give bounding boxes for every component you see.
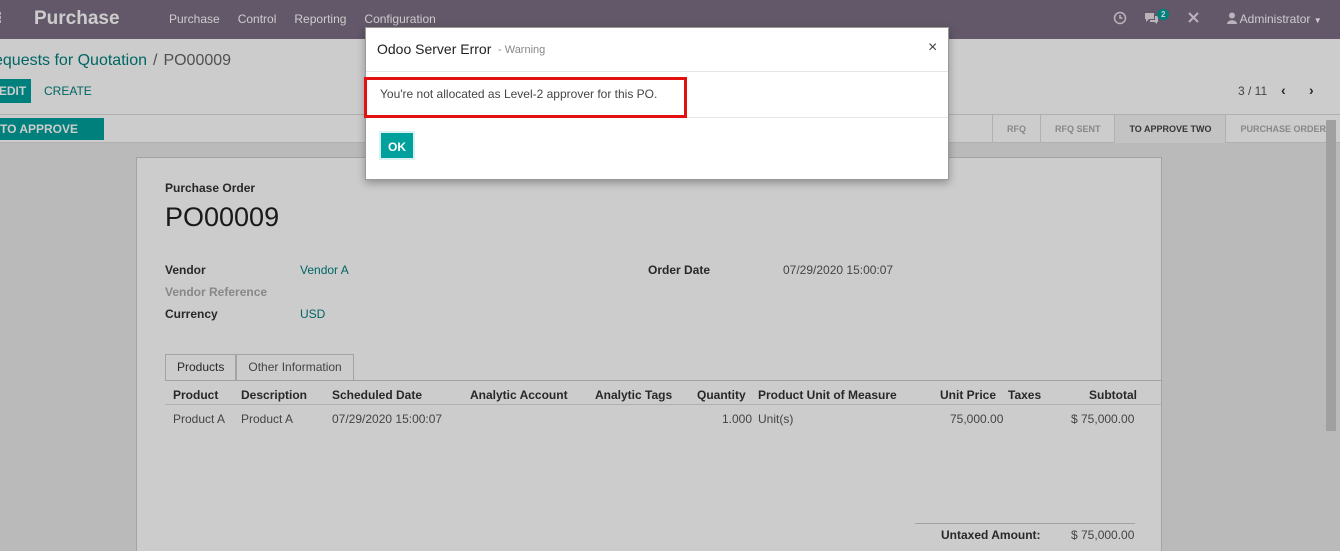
error-message: You're not allocated as Level-2 approver… [380,87,658,101]
ok-button[interactable]: OK [379,131,415,160]
close-icon[interactable]: × [928,39,937,57]
server-error-dialog: Odoo Server Error - Warning × You're not… [364,27,949,180]
dialog-title: Odoo Server Error [377,41,492,57]
dialog-subtitle: - Warning [498,44,546,56]
dialog-header: Odoo Server Error - Warning × [366,28,948,72]
dialog-body: You're not allocated as Level-2 approver… [364,72,948,118]
